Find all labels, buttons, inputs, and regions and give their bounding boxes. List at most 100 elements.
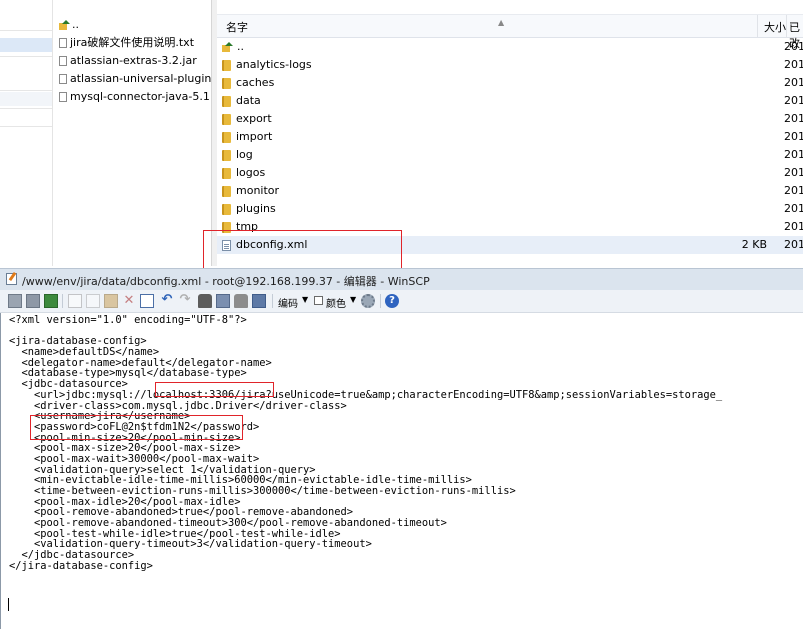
- editor-toolbar: ✕ ↶ ↷ 编码 ▼ 颜色 ▼ ?: [0, 290, 803, 313]
- row-date: 2017: [784, 76, 803, 89]
- paste-icon[interactable]: [104, 294, 118, 308]
- code-line: </jira-database-config>: [9, 559, 153, 572]
- row-date: 2016: [784, 220, 803, 233]
- local-item-label: mysql-connector-java-5.1.34: [70, 90, 211, 103]
- remote-row-folder[interactable]: data 2016: [217, 92, 803, 110]
- folder-up-icon: [222, 42, 233, 52]
- row-date: 2016: [784, 130, 803, 143]
- toolbar-separator: [62, 294, 63, 308]
- remote-row-folder[interactable]: export 2017: [217, 110, 803, 128]
- copy-icon[interactable]: [68, 294, 82, 308]
- replace-icon[interactable]: [216, 294, 230, 308]
- local-item-label: atlassian-extras-3.2.jar: [70, 54, 197, 67]
- row-name: monitor: [236, 184, 280, 197]
- chevron-down-icon[interactable]: ▼: [350, 295, 356, 304]
- color-checkbox[interactable]: [314, 296, 323, 305]
- row-name: ..: [237, 40, 244, 53]
- strip-row[interactable]: [0, 92, 52, 106]
- select-all-icon[interactable]: [140, 294, 154, 308]
- goto-line-icon[interactable]: [252, 294, 266, 308]
- remote-row-up[interactable]: .. 2016: [217, 38, 803, 56]
- remote-row-folder[interactable]: logos 2016: [217, 164, 803, 182]
- gear-icon[interactable]: [361, 294, 375, 308]
- undo-icon[interactable]: ↶: [160, 293, 174, 308]
- column-separator[interactable]: [786, 15, 787, 37]
- editor-titlebar[interactable]: /www/env/jira/data/dbconfig.xml - root@1…: [0, 268, 803, 290]
- help-icon[interactable]: ?: [385, 294, 399, 308]
- row-date: 2016: [784, 184, 803, 197]
- remote-column-header: 名字 ▲ 大小 已改: [217, 14, 803, 50]
- row-date: 2016: [784, 238, 803, 251]
- local-item-jar[interactable]: atlassian-universal-plugin-m: [59, 70, 211, 88]
- column-size-header[interactable]: 大小: [764, 19, 786, 35]
- editor-text-area[interactable]: <?xml version="1.0" encoding="UTF-8"?> <j…: [0, 313, 803, 629]
- save-icon[interactable]: [8, 294, 22, 308]
- local-file-list[interactable]: .. jira破解文件使用说明.txt atlassian-extras-3.2…: [53, 0, 211, 266]
- folder-icon: [222, 59, 231, 71]
- remote-file-list[interactable]: 名字 ▲ 大小 已改 .. 2016 analytics-logs 2017 c…: [217, 0, 803, 266]
- reload-icon[interactable]: [44, 294, 58, 308]
- folder-icon: [222, 95, 231, 107]
- folder-icon: [222, 185, 231, 197]
- row-name: log: [236, 148, 253, 161]
- row-name: analytics-logs: [236, 58, 312, 71]
- folder-icon: [222, 113, 231, 125]
- remote-row-folder[interactable]: monitor 2016: [217, 182, 803, 200]
- local-item-label: atlassian-universal-plugin-m: [70, 72, 211, 85]
- strip-divider: [0, 56, 52, 57]
- encoding-menu-label[interactable]: 编码: [278, 295, 298, 310]
- highlight-box-host: [155, 382, 274, 397]
- remote-row-folder[interactable]: import 2016: [217, 128, 803, 146]
- find-next-icon[interactable]: [234, 294, 248, 308]
- delete-icon[interactable]: ✕: [122, 294, 136, 308]
- local-item-txt[interactable]: jira破解文件使用说明.txt: [59, 34, 194, 52]
- local-item-label: jira破解文件使用说明.txt: [70, 36, 195, 49]
- column-separator[interactable]: [757, 15, 758, 37]
- find-icon[interactable]: [198, 294, 212, 308]
- row-date: 2016: [784, 40, 803, 53]
- editor-window-icon: [6, 273, 17, 285]
- redo-icon[interactable]: ↷: [178, 293, 192, 308]
- local-item-jar[interactable]: mysql-connector-java-5.1.34: [59, 88, 211, 106]
- toolbar-separator: [272, 294, 273, 308]
- row-name: import: [236, 130, 273, 143]
- strip-divider: [0, 90, 52, 91]
- folder-icon: [222, 149, 231, 161]
- code-line: <url>jdbc:mysql://localhost:3306/jira?us…: [9, 388, 723, 401]
- editor-window-title: /www/env/jira/data/dbconfig.xml - root@1…: [22, 275, 430, 288]
- local-item-up[interactable]: ..: [59, 16, 79, 34]
- row-date: 2017: [784, 58, 803, 71]
- color-menu-label[interactable]: 颜色: [326, 295, 346, 310]
- folder-icon: [222, 131, 231, 143]
- row-date: 2016: [784, 202, 803, 215]
- toolbar-separator: [380, 294, 381, 308]
- chevron-down-icon[interactable]: ▼: [302, 295, 308, 304]
- save-all-icon[interactable]: [26, 294, 40, 308]
- highlight-box-credentials: [30, 415, 243, 440]
- row-date: 2017: [784, 112, 803, 125]
- row-name: plugins: [236, 202, 276, 215]
- row-date: 2016: [784, 94, 803, 107]
- cut-icon[interactable]: [86, 294, 100, 308]
- local-item-label: ..: [72, 18, 79, 31]
- local-item-jar[interactable]: atlassian-extras-3.2.jar: [59, 52, 197, 70]
- column-name-header[interactable]: 名字: [226, 19, 248, 35]
- row-name: caches: [236, 76, 275, 89]
- folder-icon: [222, 167, 231, 179]
- row-name: logos: [236, 166, 266, 179]
- remote-row-folder[interactable]: plugins 2016: [217, 200, 803, 218]
- folder-icon: [222, 203, 231, 215]
- left-side-strip: [0, 0, 53, 266]
- sort-up-icon: ▲: [498, 18, 505, 27]
- strip-divider: [0, 126, 52, 127]
- row-name: data: [236, 94, 261, 107]
- row-date: 2016: [784, 148, 803, 161]
- strip-selection[interactable]: [0, 38, 52, 52]
- remote-row-folder[interactable]: log 2016: [217, 146, 803, 164]
- code-content[interactable]: <?xml version="1.0" encoding="UTF-8"?> <j…: [9, 315, 722, 572]
- jar-file-icon: [59, 92, 67, 102]
- code-line: <?xml version="1.0" encoding="UTF-8"?>: [9, 314, 247, 326]
- remote-row-folder[interactable]: analytics-logs 2017: [217, 56, 803, 74]
- remote-row-folder[interactable]: caches 2017: [217, 74, 803, 92]
- folder-icon: [222, 77, 231, 89]
